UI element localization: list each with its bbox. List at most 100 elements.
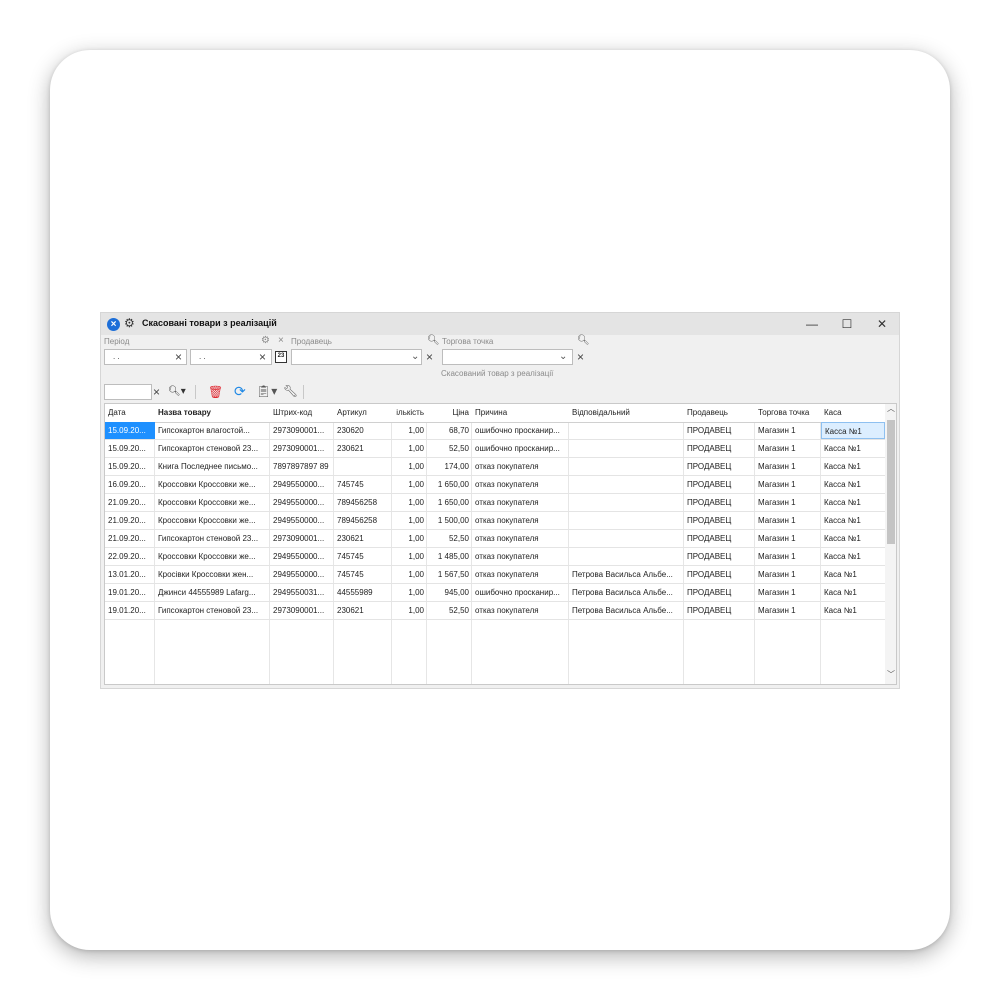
- table-cell[interactable]: Магазин 1: [755, 584, 821, 601]
- table-cell[interactable]: Касса №1: [821, 512, 885, 529]
- gear-icon[interactable]: ⚙: [124, 316, 135, 330]
- table-cell[interactable]: Петрова Васильса Альбе...: [569, 584, 684, 601]
- table-cell[interactable]: отказ покупателя: [472, 494, 569, 511]
- table-cell[interactable]: 1,00: [392, 458, 427, 475]
- seller-select[interactable]: [291, 349, 422, 365]
- table-cell[interactable]: 2973090001...: [270, 602, 334, 619]
- column-header[interactable]: Каса: [821, 404, 885, 422]
- table-cell[interactable]: 2949550000...: [270, 548, 334, 565]
- table-cell[interactable]: 44555989: [334, 584, 392, 601]
- seller-search-icon[interactable]: 🔍︎: [427, 335, 440, 346]
- table-cell[interactable]: 21.09.20...: [105, 530, 155, 547]
- table-cell[interactable]: 230620: [334, 422, 392, 439]
- table-cell[interactable]: Магазин 1: [755, 512, 821, 529]
- table-cell[interactable]: 2973090001...: [270, 422, 334, 439]
- table-cell[interactable]: 1,00: [392, 422, 427, 439]
- table-cell[interactable]: отказ покупателя: [472, 602, 569, 619]
- store-clear-icon[interactable]: ×: [577, 351, 584, 363]
- scroll-up-icon[interactable]: ︿: [885, 404, 896, 414]
- table-cell[interactable]: 21.09.20...: [105, 494, 155, 511]
- table-cell[interactable]: Кросівки Кроссовки жен...: [155, 566, 270, 583]
- search-clear-icon[interactable]: ×: [153, 386, 160, 398]
- table-cell[interactable]: 19.01.20...: [105, 584, 155, 601]
- table-cell[interactable]: Касса №1: [821, 458, 885, 475]
- table-cell[interactable]: 1,00: [392, 494, 427, 511]
- table-cell[interactable]: Касса №1: [821, 548, 885, 565]
- table-cell[interactable]: 2973090001...: [270, 530, 334, 547]
- table-cell[interactable]: Каса №1: [821, 584, 885, 601]
- table-row[interactable]: 15.09.20... Гипсокартон стеновой 23... 297…: [105, 440, 885, 458]
- search-icon[interactable]: 🔍︎▾: [168, 385, 186, 399]
- maximize-button[interactable]: ☐: [832, 315, 862, 333]
- table-cell[interactable]: [334, 458, 392, 475]
- table-cell[interactable]: отказ покупателя: [472, 566, 569, 583]
- table-cell[interactable]: 1,00: [392, 440, 427, 457]
- table-cell[interactable]: 1 500,00: [427, 512, 472, 529]
- table-cell[interactable]: Гипсокартон стеновой 23...: [155, 602, 270, 619]
- scroll-thumb[interactable]: [887, 420, 895, 544]
- clipboard-icon[interactable]: 📋︎▾: [256, 384, 277, 398]
- table-row[interactable]: 15.09.20... Гипсокартон влагостой... 29730…: [105, 422, 885, 440]
- table-row[interactable]: 16.09.20... Кроссовки Кроссовки же... 2949…: [105, 476, 885, 494]
- table-cell[interactable]: Магазин 1: [755, 494, 821, 511]
- table-cell[interactable]: ПРОДАВЕЦ: [684, 440, 755, 457]
- table-cell[interactable]: отказ покупателя: [472, 458, 569, 475]
- table-cell[interactable]: 2973090001...: [270, 440, 334, 457]
- table-cell[interactable]: 52,50: [427, 530, 472, 547]
- table-row[interactable]: 15.09.20... Книга Последнее письмо... 7897…: [105, 458, 885, 476]
- table-cell[interactable]: Кроссовки Кроссовки же...: [155, 476, 270, 493]
- table-cell[interactable]: ПРОДАВЕЦ: [684, 548, 755, 565]
- column-header[interactable]: Причина: [472, 404, 569, 422]
- table-cell[interactable]: 2949550031...: [270, 584, 334, 601]
- table-cell[interactable]: Магазин 1: [755, 458, 821, 475]
- table-cell[interactable]: 789456258: [334, 512, 392, 529]
- table-cell[interactable]: 7897897897 89: [270, 458, 334, 475]
- table-cell[interactable]: отказ покупателя: [472, 548, 569, 565]
- column-header[interactable]: Артикул: [334, 404, 392, 422]
- column-header[interactable]: Назва товару: [155, 404, 270, 422]
- table-cell[interactable]: [569, 530, 684, 547]
- vertical-scrollbar[interactable]: ︿ ﹀: [885, 404, 896, 684]
- date-from-clear-icon[interactable]: ×: [175, 351, 182, 363]
- table-cell[interactable]: [569, 494, 684, 511]
- table-cell[interactable]: ПРОДАВЕЦ: [684, 530, 755, 547]
- table-cell[interactable]: Касса №1: [821, 530, 885, 547]
- table-cell[interactable]: 68,70: [427, 422, 472, 439]
- table-row[interactable]: 21.09.20... Кроссовки Кроссовки же... 2949…: [105, 494, 885, 512]
- table-cell[interactable]: 16.09.20...: [105, 476, 155, 493]
- table-row[interactable]: 19.01.20... Гипсокартон стеновой 23... 297…: [105, 602, 885, 620]
- table-cell[interactable]: 230621: [334, 440, 392, 457]
- table-cell[interactable]: 1,00: [392, 566, 427, 583]
- table-cell[interactable]: 745745: [334, 566, 392, 583]
- table-cell[interactable]: [569, 440, 684, 457]
- table-cell[interactable]: [569, 422, 684, 439]
- table-row[interactable]: 13.01.20... Кросівки Кроссовки жен... 2949…: [105, 566, 885, 584]
- chevron-down-icon[interactable]: ⌄: [411, 351, 419, 362]
- table-row[interactable]: 21.09.20... Гипсокартон стеновой 23... 297…: [105, 530, 885, 548]
- store-select[interactable]: [442, 349, 573, 365]
- table-row[interactable]: 22.09.20... Кроссовки Кроссовки же... 2949…: [105, 548, 885, 566]
- table-cell[interactable]: Магазин 1: [755, 530, 821, 547]
- table-cell[interactable]: ошибочно просканир...: [472, 440, 569, 457]
- table-cell[interactable]: отказ покупателя: [472, 512, 569, 529]
- store-search-icon[interactable]: 🔍︎: [577, 335, 590, 346]
- table-cell[interactable]: 230621: [334, 602, 392, 619]
- table-cell[interactable]: Гипсокартон влагостой...: [155, 422, 270, 439]
- column-header[interactable]: Продавець: [684, 404, 755, 422]
- table-cell[interactable]: 19.01.20...: [105, 602, 155, 619]
- table-cell[interactable]: ПРОДАВЕЦ: [684, 458, 755, 475]
- table-cell[interactable]: Каса №1: [821, 566, 885, 583]
- table-cell[interactable]: Магазин 1: [755, 476, 821, 493]
- date-to-clear-icon[interactable]: ×: [259, 351, 266, 363]
- table-cell[interactable]: 745745: [334, 476, 392, 493]
- table-cell[interactable]: 745745: [334, 548, 392, 565]
- table-cell[interactable]: [569, 548, 684, 565]
- table-cell[interactable]: 1,00: [392, 584, 427, 601]
- table-cell[interactable]: 789456258: [334, 494, 392, 511]
- scroll-down-icon[interactable]: ﹀: [885, 670, 896, 680]
- table-cell[interactable]: 1,00: [392, 602, 427, 619]
- table-cell[interactable]: ошибочно просканир...: [472, 584, 569, 601]
- table-cell[interactable]: Магазин 1: [755, 422, 821, 439]
- table-cell[interactable]: 22.09.20...: [105, 548, 155, 565]
- seller-clear-icon[interactable]: ×: [426, 351, 433, 363]
